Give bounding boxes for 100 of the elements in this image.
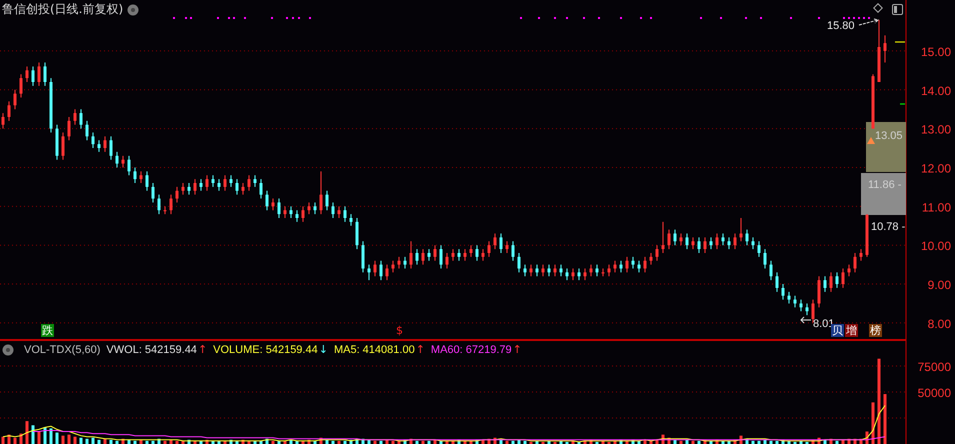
candlestick	[68, 116, 70, 141]
candlestick	[74, 108, 76, 126]
candlestick	[746, 229, 748, 246]
candlestick	[818, 276, 820, 308]
bar	[836, 440, 838, 444]
candlestick	[578, 268, 580, 281]
bar	[86, 438, 88, 444]
bar	[884, 394, 886, 444]
bar	[80, 438, 82, 444]
candlestick	[590, 264, 592, 277]
bar	[62, 436, 64, 444]
bar	[74, 436, 76, 444]
panel-toggle-icon[interactable]	[892, 4, 903, 15]
dollar-sign-marker[interactable]: $	[395, 324, 404, 337]
candlestick	[236, 178, 238, 196]
bar	[380, 440, 382, 444]
candlestick	[14, 89, 16, 110]
candlestick	[158, 194, 160, 215]
candlestick	[638, 260, 640, 273]
bar	[68, 434, 70, 444]
bar	[44, 427, 46, 444]
candlestick	[122, 155, 124, 168]
price-axis-label: 15.00	[920, 44, 951, 59]
event-badge[interactable]: 贝	[831, 324, 844, 337]
trend-arrow: ↑	[512, 343, 522, 356]
bar	[134, 440, 136, 444]
candlestick	[560, 264, 562, 277]
event-badge[interactable]: 增	[845, 324, 858, 337]
candlestick	[830, 272, 832, 292]
candlestick	[524, 264, 526, 277]
candlestick	[542, 264, 544, 277]
candlestick	[848, 264, 850, 277]
candlestick	[98, 140, 100, 152]
candlestick	[842, 268, 844, 288]
trend-arrow: ↑	[198, 343, 208, 356]
candlestick	[602, 268, 604, 277]
event-badge[interactable]: 跌	[41, 324, 54, 337]
bar	[344, 440, 346, 444]
candlestick	[152, 182, 154, 203]
settings-icon[interactable]	[2, 344, 14, 356]
candlestick	[446, 252, 448, 270]
candlestick	[356, 217, 358, 250]
candlestick	[182, 182, 184, 196]
candlestick	[884, 34, 886, 64]
price-label: 10.78 -	[871, 221, 906, 233]
bar	[116, 440, 118, 444]
candlestick	[284, 206, 286, 218]
bar	[416, 440, 418, 444]
candlestick	[548, 264, 550, 277]
price-axis-label: 10.00	[920, 239, 951, 254]
bar	[152, 440, 154, 444]
candlestick	[458, 248, 460, 262]
indicator-value: VWOL: 542159.44	[106, 344, 197, 356]
bar	[338, 440, 340, 444]
price-label: 11.86 -	[868, 179, 902, 191]
arrow-icon	[858, 18, 879, 26]
volume-axis-label: 50000	[918, 386, 951, 400]
candlestick	[338, 206, 340, 218]
candlestick	[62, 132, 64, 160]
candlestick	[176, 186, 178, 203]
candlestick	[206, 174, 208, 192]
bar	[26, 421, 28, 444]
candlestick	[482, 248, 484, 262]
candlestick	[734, 233, 736, 250]
diamond-icon[interactable]	[873, 3, 883, 13]
candlestick	[686, 233, 688, 250]
volume-axis-label: 75000	[918, 360, 951, 374]
candlestick	[854, 252, 856, 273]
event-badge[interactable]: 榜	[869, 324, 882, 337]
candlestick	[128, 155, 130, 176]
arrow-icon	[800, 316, 812, 324]
bar	[392, 440, 394, 444]
bar	[56, 432, 58, 444]
candlestick	[668, 229, 670, 250]
bar	[770, 440, 772, 444]
candlestick	[608, 264, 610, 277]
bar	[146, 440, 148, 444]
bar	[506, 440, 508, 444]
candlestick	[776, 272, 778, 292]
bar	[878, 358, 880, 444]
bar	[776, 440, 778, 444]
candlestick	[242, 182, 244, 196]
candlestick	[326, 190, 328, 211]
candlestick	[320, 170, 322, 215]
indicator-value: VOLUME: 542159.44	[213, 344, 318, 356]
candlestick	[440, 244, 442, 270]
trend-arrow: ↓	[318, 343, 328, 356]
candlestick	[824, 276, 826, 292]
bar	[2, 436, 4, 444]
candlestick	[26, 66, 28, 82]
candlestick	[302, 206, 304, 222]
candlestick	[404, 256, 406, 270]
candlestick	[422, 248, 424, 266]
candlestick	[704, 236, 706, 254]
price-axis-label: 14.00	[920, 84, 951, 98]
candlestick	[566, 268, 568, 281]
bar	[692, 440, 694, 444]
candlestick	[38, 62, 40, 86]
candlestick	[764, 248, 766, 270]
settings-icon[interactable]	[127, 4, 140, 16]
